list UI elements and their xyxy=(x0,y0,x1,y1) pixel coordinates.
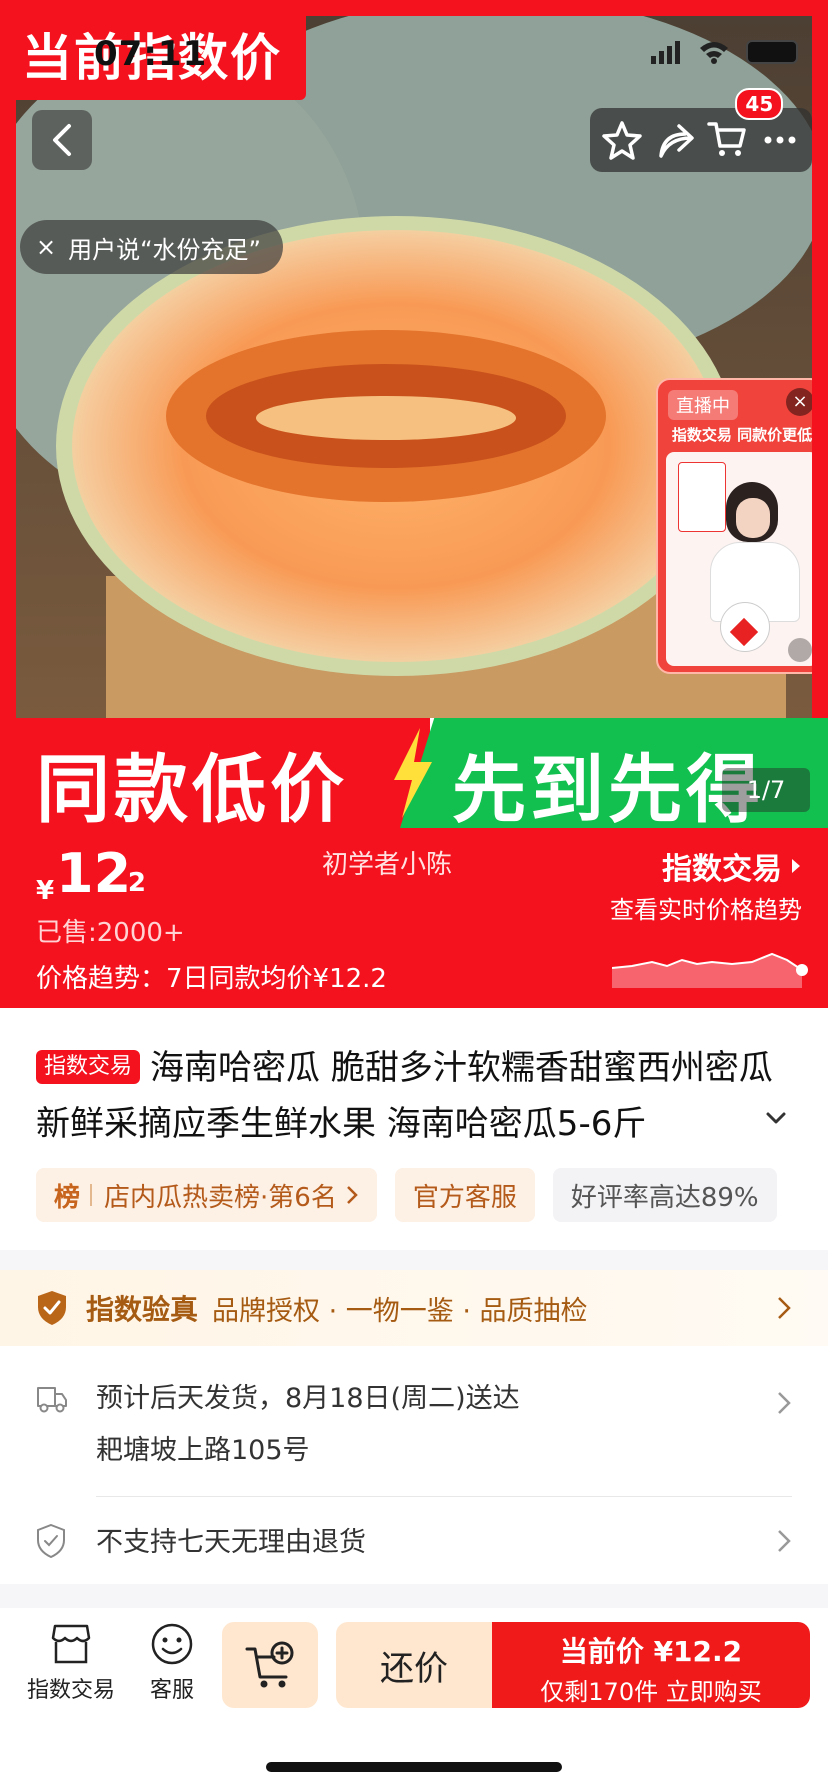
caret-right-icon xyxy=(792,859,800,873)
shipping-row[interactable]: 预计后天发货，8月18日(周二)送达 耙塘坡上路105号 xyxy=(0,1370,828,1490)
shipping-address: 耙塘坡上路105号 xyxy=(96,1435,310,1466)
smiley-icon xyxy=(151,1623,193,1665)
chevron-right-icon xyxy=(778,1530,791,1552)
home-indicator[interactable] xyxy=(266,1762,562,1772)
host-face xyxy=(736,498,770,538)
rank-badge: 榜 xyxy=(54,1182,81,1213)
buy-now-button[interactable]: 当前价 ¥12.2 仅剩170件 立即购买 xyxy=(492,1622,810,1708)
bottom-action-bar: 指数交易 客服 还价 当前价 ¥12.2 仅剩170件 立即购买 xyxy=(0,1608,828,1718)
cart-count-badge: 45 xyxy=(735,88,784,120)
promo-left-text: 同款低价 xyxy=(36,747,348,828)
product-title: 指数交易 海南哈密瓜 脆甜多汁软糯香甜蜜西州密瓜 新鲜采摘应季生鲜水果 海南哈密瓜… xyxy=(36,1040,796,1152)
customer-service-tab[interactable]: 客服 xyxy=(130,1622,214,1704)
product-title-text: 海南哈密瓜 脆甜多汁软糯香甜蜜西州密瓜 新鲜采摘应季生鲜水果 海南哈密瓜5-6斤 xyxy=(36,1048,773,1144)
product-chips: 榜 店内瓜热卖榜·第6名 官方客服 好评率高达89% xyxy=(36,1168,777,1222)
lightning-icon xyxy=(394,728,432,818)
status-icons xyxy=(650,40,798,64)
live-stream-card[interactable]: 直播中 × 指数交易 同款价更低 xyxy=(656,378,813,674)
index-trade-tag: 指数交易 xyxy=(36,1050,141,1084)
index-trade-label: 指数交易 xyxy=(662,852,782,887)
user-review-bubble[interactable]: × 用户说“水份充足” xyxy=(20,220,283,274)
index-trade-link[interactable]: 指数交易 xyxy=(662,844,802,888)
live-preview xyxy=(666,452,812,666)
user-review-text: 用户说“水份充足” xyxy=(68,235,261,264)
verify-text: 品牌授权 · 一物一鉴 · 品质抽检 xyxy=(212,1295,588,1327)
wifi-icon xyxy=(700,42,728,64)
seller-name: 初学者小陈 xyxy=(322,850,453,880)
price-sparkline[interactable] xyxy=(612,940,812,988)
live-promo-text: 指数交易 同款价更低 xyxy=(671,426,813,444)
share-icon[interactable] xyxy=(655,120,695,160)
store-icon xyxy=(51,1624,91,1664)
price-trend-text: 价格趋势：7日同款均价¥12.2 xyxy=(36,964,387,994)
cellular-signal-icon xyxy=(651,41,680,64)
close-icon[interactable]: × xyxy=(786,388,812,416)
chevron-right-icon xyxy=(778,1297,791,1319)
section-divider xyxy=(0,1584,828,1608)
status-time: 07:11 xyxy=(94,34,208,74)
star-icon[interactable] xyxy=(602,120,642,160)
top-action-bar: 45 xyxy=(590,88,812,172)
battery-icon xyxy=(746,40,798,64)
shipping-estimate: 预计后天发货，8月18日(周二)送达 xyxy=(96,1383,520,1414)
live-tag: 直播中 xyxy=(668,390,738,420)
shield-icon xyxy=(37,1524,65,1558)
rank-text: 店内瓜热卖榜·第6名 xyxy=(104,1182,337,1213)
cart-add-icon xyxy=(245,1641,294,1688)
add-to-cart-button[interactable] xyxy=(222,1622,318,1708)
return-policy-text: 不支持七天无理由退货 xyxy=(96,1527,366,1558)
hot-rank-chip[interactable]: 榜 店内瓜热卖榜·第6名 xyxy=(36,1168,377,1222)
chevron-right-icon xyxy=(346,1186,358,1204)
bargain-button[interactable]: 还价 xyxy=(336,1622,492,1708)
buy-stock: 仅剩170件 立即购买 xyxy=(540,1678,762,1706)
image-counter: 1/7 xyxy=(722,768,810,812)
chevron-left-icon xyxy=(53,124,71,156)
rating-chip[interactable]: 好评率高达89% xyxy=(552,1168,777,1222)
price-currency: ¥ xyxy=(36,876,55,906)
buy-price: 当前价 ¥12.2 xyxy=(559,1635,743,1668)
promo-poster xyxy=(678,462,726,532)
store-tab-label: 指数交易 xyxy=(26,1678,115,1703)
index-trade-subtitle: 查看实时价格趋势 xyxy=(610,896,802,924)
more-icon[interactable] xyxy=(760,120,800,160)
return-policy-row[interactable]: 不支持七天无理由退货 xyxy=(0,1510,828,1570)
section-divider xyxy=(0,1250,828,1270)
customer-service-label: 客服 xyxy=(149,1678,194,1703)
chevron-right-icon xyxy=(778,1392,791,1414)
shield-check-icon xyxy=(38,1291,66,1325)
verify-title: 指数验真 xyxy=(86,1293,199,1326)
store-tab[interactable]: 指数交易 xyxy=(24,1622,118,1704)
official-service-chip[interactable]: 官方客服 xyxy=(394,1168,535,1222)
chip-separator xyxy=(90,1184,93,1206)
mute-icon[interactable] xyxy=(788,638,812,662)
chevron-down-icon[interactable] xyxy=(762,1104,790,1132)
cart-icon xyxy=(707,122,746,156)
cart-button[interactable]: 45 xyxy=(707,88,784,162)
promo-right-text: 先到先得 xyxy=(452,747,764,828)
sold-count: 已售:2000+ xyxy=(36,918,185,948)
promo-bar: 同款低价 先到先得 xyxy=(0,718,828,828)
price-banner: ¥ 12 .2 已售:2000+ 价格趋势：7日同款均价¥12.2 初学者小陈 … xyxy=(0,828,828,1008)
truck-icon xyxy=(37,1387,67,1413)
price-decimal: .2 xyxy=(118,868,146,898)
row-divider xyxy=(96,1496,792,1497)
verify-row[interactable]: 指数验真 品牌授权 · 一物一鉴 · 品质抽检 xyxy=(0,1270,828,1346)
back-button[interactable] xyxy=(32,110,92,170)
close-icon[interactable]: × xyxy=(36,233,56,261)
